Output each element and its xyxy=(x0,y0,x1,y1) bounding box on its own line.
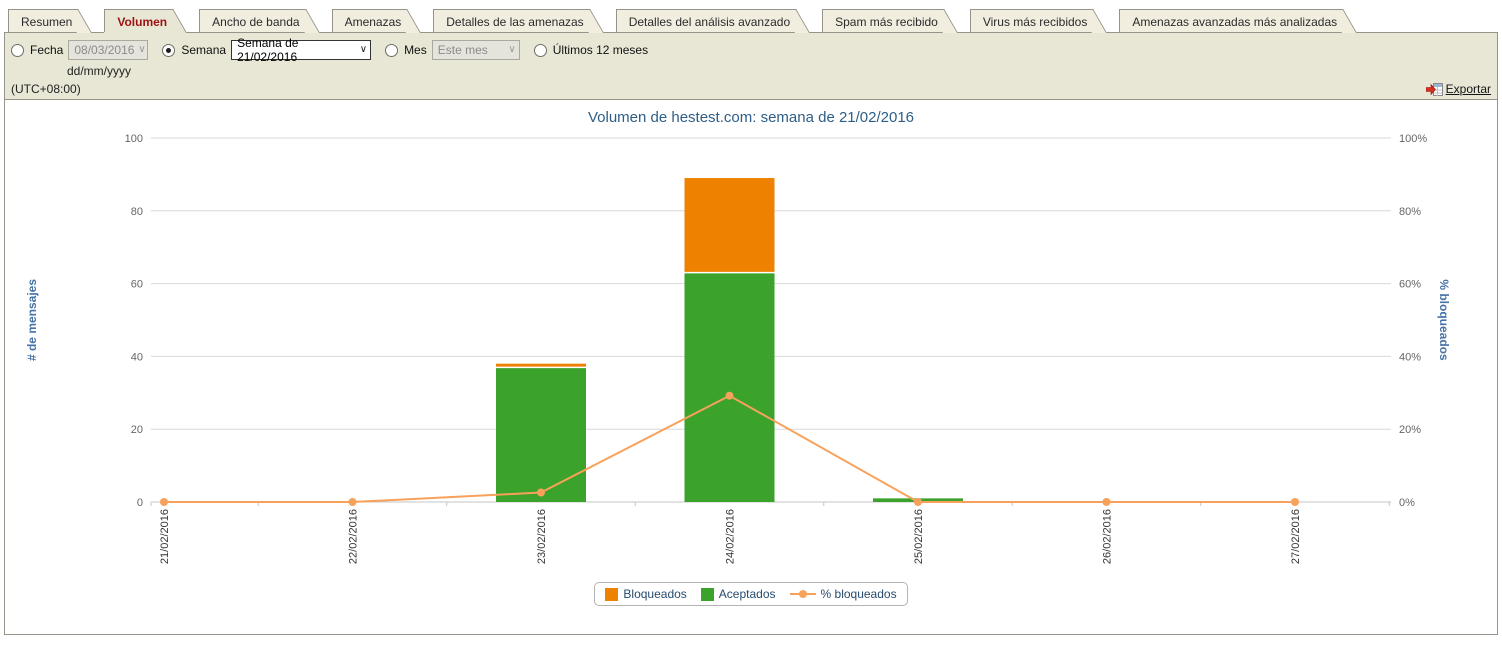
svg-text:40: 40 xyxy=(131,351,143,363)
ultimos-12-meses-label: Últimos 12 meses xyxy=(553,43,648,57)
tab-spam-mas-recibido[interactable]: Spam más recibido xyxy=(822,9,944,32)
tab-amenazas[interactable]: Amenazas xyxy=(332,9,408,32)
svg-text:25/02/2016: 25/02/2016 xyxy=(913,509,925,564)
tab-detalles-del-analisis-avanzado[interactable]: Detalles del análisis avanzado xyxy=(616,9,796,32)
legend-label: % bloqueados xyxy=(821,587,897,601)
mes-radio-group[interactable]: Mes xyxy=(385,43,432,57)
mes-select[interactable]: Este mes ∨ xyxy=(432,40,520,60)
tab-label: Virus más recibidos xyxy=(983,15,1091,29)
mes-label: Mes xyxy=(404,43,427,57)
tab-label: Amenazas avanzadas más analizadas xyxy=(1132,15,1341,29)
svg-text:60%: 60% xyxy=(1399,279,1421,291)
legend-swatch-aceptados xyxy=(701,588,714,601)
tab-bar: Resumen Volumen Ancho de banda Amenazas Deta… xyxy=(8,5,1502,32)
chart-legend: Bloqueados Aceptados % bloqueados xyxy=(5,582,1497,606)
semana-radio-group[interactable]: Semana xyxy=(162,43,231,57)
semana-radio[interactable] xyxy=(162,44,175,57)
volume-chart-svg: 0 0% 20 20% 40 40% 60 60% 80 80% 100 100% 21/02/2016… xyxy=(6,134,1495,582)
tab-resumen[interactable]: Resumen xyxy=(8,9,78,32)
svg-text:80: 80 xyxy=(131,206,143,218)
svg-text:20%: 20% xyxy=(1399,424,1421,436)
mes-select-value: Este mes xyxy=(438,43,488,57)
tab-detalles-de-las-amenazas[interactable]: Detalles de las amenazas xyxy=(433,9,589,32)
ultimos-12-meses-radio-group[interactable]: Últimos 12 meses xyxy=(534,43,653,57)
svg-text:22/02/2016: 22/02/2016 xyxy=(348,509,360,564)
timezone-label: (UTC+08:00) xyxy=(11,82,81,96)
svg-text:80%: 80% xyxy=(1399,206,1421,218)
svg-text:20: 20 xyxy=(131,424,143,436)
export-label: Exportar xyxy=(1446,82,1491,96)
ultimos-12-meses-radio[interactable] xyxy=(534,44,547,57)
semana-label: Semana xyxy=(181,43,226,57)
tab-label: Spam más recibido xyxy=(835,15,942,29)
date-format-hint: dd/mm/yyyy xyxy=(67,64,131,78)
page: Resumen Volumen Ancho de banda Amenazas Deta… xyxy=(0,5,1502,649)
legend-label: Aceptados xyxy=(719,587,776,601)
tab-amenazas-avanzadas-mas-analizadas[interactable]: Amenazas avanzadas más analizadas xyxy=(1119,9,1343,32)
svg-text:% bloqueados: % bloqueados xyxy=(1437,279,1451,361)
legend-label: Bloqueados xyxy=(623,587,686,601)
svg-text:26/02/2016: 26/02/2016 xyxy=(1102,509,1114,564)
legend-item-bloqueados: Bloqueados xyxy=(605,587,686,601)
fecha-label: Fecha xyxy=(30,43,63,57)
filter-panel: Fecha 08/03/2016 ∨ Semana Semana de 21/0… xyxy=(5,33,1497,100)
svg-text:27/02/2016: 27/02/2016 xyxy=(1290,509,1302,564)
tab-label: Volumen xyxy=(117,15,171,29)
legend-item-aceptados: Aceptados xyxy=(701,587,776,601)
legend-box: Bloqueados Aceptados % bloqueados xyxy=(594,582,907,606)
tab-volumen[interactable]: Volumen xyxy=(104,9,173,32)
svg-text:40%: 40% xyxy=(1399,351,1421,363)
mes-radio[interactable] xyxy=(385,44,398,57)
tab-label: Resumen xyxy=(21,15,76,29)
tab-label: Amenazas xyxy=(345,15,406,29)
svg-text:23/02/2016: 23/02/2016 xyxy=(536,509,548,564)
chart-section: Volumen de hestest.com: semana de 21/02/… xyxy=(5,100,1497,634)
svg-text:100%: 100% xyxy=(1399,134,1427,145)
tab-virus-mas-recibidos[interactable]: Virus más recibidos xyxy=(970,9,1093,32)
filter-row: Fecha 08/03/2016 ∨ Semana Semana de 21/0… xyxy=(11,39,1491,61)
semana-select-value: Semana de 21/02/2016 xyxy=(237,36,356,64)
chevron-down-icon: ∨ xyxy=(504,45,515,55)
chart-title: Volumen de hestest.com: semana de 21/02/… xyxy=(5,106,1497,134)
svg-text:# de mensajes: # de mensajes xyxy=(25,279,39,361)
main-panel: Fecha 08/03/2016 ∨ Semana Semana de 21/0… xyxy=(4,32,1498,635)
svg-text:24/02/2016: 24/02/2016 xyxy=(725,509,737,564)
tab-label: Ancho de banda xyxy=(212,15,303,29)
volume-chart: 0 0% 20 20% 40 40% 60 60% 80 80% 100 100% 21/02/2016… xyxy=(5,134,1496,582)
svg-text:0%: 0% xyxy=(1399,497,1415,509)
chevron-down-icon: ∨ xyxy=(134,45,145,55)
svg-text:21/02/2016: 21/02/2016 xyxy=(159,509,171,564)
export-link[interactable]: Exportar xyxy=(1426,82,1491,96)
fecha-select-value: 08/03/2016 xyxy=(74,43,134,57)
svg-text:100: 100 xyxy=(125,134,143,145)
legend-line-marker xyxy=(790,589,816,599)
fecha-select[interactable]: 08/03/2016 ∨ xyxy=(68,40,148,60)
export-icon xyxy=(1426,83,1443,96)
fecha-radio-group[interactable]: Fecha xyxy=(11,43,68,57)
svg-text:0: 0 xyxy=(137,497,143,509)
chevron-down-icon: ∨ xyxy=(356,45,367,55)
legend-item-bloqueados: % bloqueados xyxy=(790,587,897,601)
svg-text:60: 60 xyxy=(131,279,143,291)
tab-ancho-de-banda[interactable]: Ancho de banda xyxy=(199,9,305,32)
semana-select[interactable]: Semana de 21/02/2016 ∨ xyxy=(231,40,371,60)
tab-label: Detalles del análisis avanzado xyxy=(629,15,794,29)
fecha-radio[interactable] xyxy=(11,44,24,57)
legend-swatch-bloqueados xyxy=(605,588,618,601)
tab-label: Detalles de las amenazas xyxy=(446,15,587,29)
